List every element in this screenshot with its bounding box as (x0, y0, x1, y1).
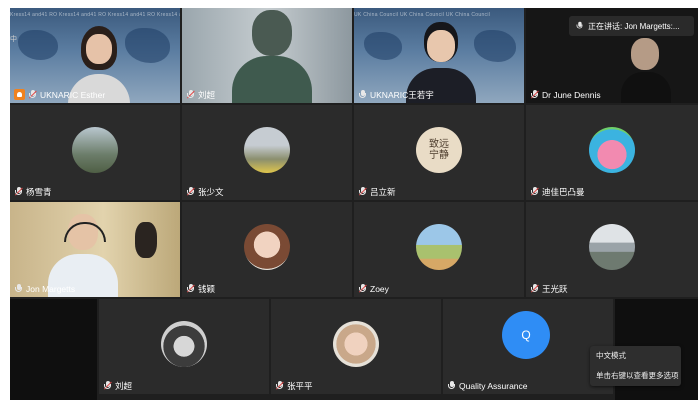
participant-name: Jon Margetts (26, 283, 76, 294)
participant-tile-wangguangyue[interactable]: 王光跃 (526, 202, 698, 297)
map-watermark: Kress14 and41 RO Kress14 and41 RO Kress1… (10, 12, 180, 18)
participant-name-bar: Jon Margetts (14, 282, 75, 295)
participant-tile-wangruoyu[interactable]: UK China Council UK China Council UK Chi… (354, 8, 524, 103)
participant-tile-zoey[interactable]: Zoey (354, 202, 524, 297)
muted-mic-icon (530, 186, 540, 197)
participant-tile-dijia[interactable]: 迪佳巴凸曼 (526, 105, 698, 200)
participant-name-bar: UKNARIC Esther (14, 88, 105, 101)
participant-name-bar: 王光跃 (530, 282, 568, 295)
participant-name: 刘超 (198, 89, 216, 100)
participant-name-bar: 吕立新 (358, 185, 396, 198)
mic-icon (14, 283, 23, 294)
muted-mic-icon (275, 380, 285, 391)
muted-mic-icon (358, 186, 368, 197)
participant-name-bar: 刘超 (103, 379, 132, 392)
participant-avatar (244, 224, 290, 270)
participant-name: 张平平 (287, 380, 313, 391)
participant-tile-liuchao[interactable]: 刘超 (182, 8, 352, 103)
participant-name-bar: Zoey (358, 282, 389, 295)
map-watermark: UK China Council UK China Council UK Chi… (354, 12, 491, 18)
mic-icon (576, 21, 584, 31)
muted-mic-icon (530, 283, 540, 294)
muted-mic-icon (530, 89, 540, 100)
empty-slot-left (10, 299, 97, 400)
muted-mic-icon (14, 186, 24, 197)
participant-tile-lvlixin[interactable]: 致远 宁静 吕立新 (354, 105, 524, 200)
participant-tile-yangxueqing[interactable]: 杨雪青 (10, 105, 180, 200)
muted-mic-icon (103, 380, 113, 391)
participant-tile-esther[interactable]: Kress14 and41 RO Kress14 and41 RO Kress1… (10, 8, 180, 103)
participant-name-bar: 迪佳巴凸曼 (530, 185, 585, 198)
participant-name-bar: 钱颖 (186, 282, 215, 295)
muted-mic-icon (186, 186, 196, 197)
participant-tile-zhangpingping[interactable]: 张平平 (271, 299, 441, 394)
mic-icon (447, 380, 456, 391)
participant-tile-zhangshaowen[interactable]: 张少文 (182, 105, 352, 200)
participant-video (232, 10, 312, 103)
participant-name: UKNARIC王若宇 (370, 89, 434, 100)
participant-name: 王光跃 (542, 283, 568, 294)
participant-name: 张少文 (198, 186, 224, 197)
speaking-indicator: 正在讲话: Jon Margetts:... (569, 16, 694, 36)
menu-item-chinese-mode[interactable]: 中文模式 (590, 346, 681, 366)
muted-mic-icon (186, 89, 196, 100)
participant-name-bar: 张少文 (186, 185, 224, 198)
mic-icon (358, 89, 367, 100)
participant-name-bar: Dr June Dennis (530, 88, 601, 101)
menu-item-right-click-hint[interactable]: 单击右键以查看更多选项 (590, 366, 681, 386)
participant-name-bar: 刘超 (186, 88, 215, 101)
host-icon (14, 89, 25, 100)
participant-name-bar: 张平平 (275, 379, 313, 392)
participant-name-bar: UKNARIC王若宇 (358, 88, 434, 101)
side-label: 中 (10, 36, 17, 43)
participant-name: Zoey (370, 283, 389, 294)
avatar-calligraphy: 致远 宁静 (429, 139, 449, 161)
participant-name: 刘超 (115, 380, 133, 391)
meeting-gallery: Kress14 and41 RO Kress14 and41 RO Kress1… (10, 8, 698, 400)
avatar-initial: Q (521, 328, 531, 342)
participant-avatar (416, 224, 462, 270)
participant-name-bar: 杨雪青 (14, 185, 52, 198)
participant-video (621, 38, 671, 103)
muted-mic-icon (186, 283, 196, 294)
participant-avatar (161, 321, 207, 367)
participant-name: Dr June Dennis (542, 89, 601, 100)
participant-name: 钱颖 (198, 283, 216, 294)
muted-mic-icon (358, 283, 368, 294)
participant-tile-qianying[interactable]: 钱颖 (182, 202, 352, 297)
participant-name-bar: Quality Assurance (447, 379, 528, 392)
participant-tile-liuchao-2[interactable]: 刘超 (99, 299, 269, 394)
participant-tile-jon-margetts[interactable]: Jon Margetts (10, 202, 180, 297)
initial-avatar: Q (502, 311, 550, 359)
speaking-label: 正在讲话: Jon Margetts:... (588, 21, 680, 31)
participant-avatar (244, 127, 290, 173)
participant-name: 吕立新 (370, 186, 396, 197)
participant-name: Quality Assurance (459, 380, 528, 391)
context-menu: 中文模式 单击右键以查看更多选项 (590, 346, 681, 386)
participant-name: 杨雪青 (26, 186, 52, 197)
muted-mic-icon (28, 89, 38, 100)
participant-name: 迪佳巴凸曼 (542, 186, 585, 197)
participant-avatar (72, 127, 118, 173)
participant-avatar (589, 224, 635, 270)
participant-avatar (333, 321, 379, 367)
participant-avatar: 致远 宁静 (416, 127, 462, 173)
participant-name: UKNARIC Esther (40, 89, 106, 100)
participant-avatar (589, 127, 635, 173)
